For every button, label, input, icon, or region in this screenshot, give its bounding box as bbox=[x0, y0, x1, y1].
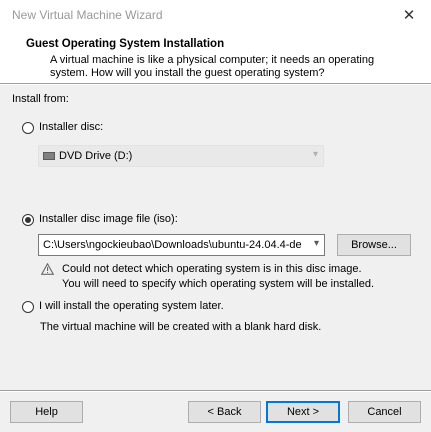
close-icon: ✕ bbox=[402, 7, 416, 24]
help-button[interactable]: Help bbox=[10, 401, 83, 423]
dvd-drive-select[interactable]: DVD Drive (D:) ▾ bbox=[38, 145, 324, 167]
warning-icon bbox=[41, 263, 54, 275]
iso-path-value[interactable]: C:\Users\ngockieubao\Downloads\ubuntu-24… bbox=[43, 239, 305, 251]
page-title: Guest Operating System Installation bbox=[26, 38, 225, 50]
wizard-header: Guest Operating System Installation A vi… bbox=[0, 30, 431, 83]
dvd-drive-value: DVD Drive (D:) bbox=[59, 150, 133, 162]
install-from-label: Install from: bbox=[12, 93, 69, 105]
page-description: A virtual machine is like a physical com… bbox=[50, 54, 375, 79]
back-button[interactable]: < Back bbox=[188, 401, 261, 423]
install-later-label[interactable]: I will install the operating system late… bbox=[39, 300, 224, 312]
warning-text-2: You will need to specify which operating… bbox=[62, 278, 375, 290]
iso-radio[interactable] bbox=[22, 214, 34, 226]
chevron-down-icon[interactable]: ▾ bbox=[314, 238, 319, 249]
radio-selected-dot bbox=[25, 217, 31, 223]
close-button[interactable]: ✕ bbox=[387, 0, 431, 30]
cancel-button[interactable]: Cancel bbox=[348, 401, 421, 423]
dvd-drive-icon bbox=[43, 152, 55, 160]
iso-path-combobox[interactable]: C:\Users\ngockieubao\Downloads\ubuntu-24… bbox=[38, 234, 325, 256]
browse-button[interactable]: Browse... bbox=[337, 234, 411, 256]
window-title: New Virtual Machine Wizard bbox=[12, 8, 163, 22]
install-later-note: The virtual machine will be created with… bbox=[40, 321, 322, 333]
next-button[interactable]: Next > bbox=[266, 401, 340, 423]
chevron-down-icon: ▾ bbox=[312, 149, 318, 160]
installer-disc-label[interactable]: Installer disc: bbox=[39, 121, 103, 133]
warning-text-1: Could not detect which operating system … bbox=[62, 263, 362, 275]
install-later-radio[interactable] bbox=[22, 301, 34, 313]
title-bar: New Virtual Machine Wizard ✕ bbox=[0, 0, 431, 30]
installer-disc-radio[interactable] bbox=[22, 122, 34, 134]
iso-label[interactable]: Installer disc image file (iso): bbox=[39, 213, 178, 225]
